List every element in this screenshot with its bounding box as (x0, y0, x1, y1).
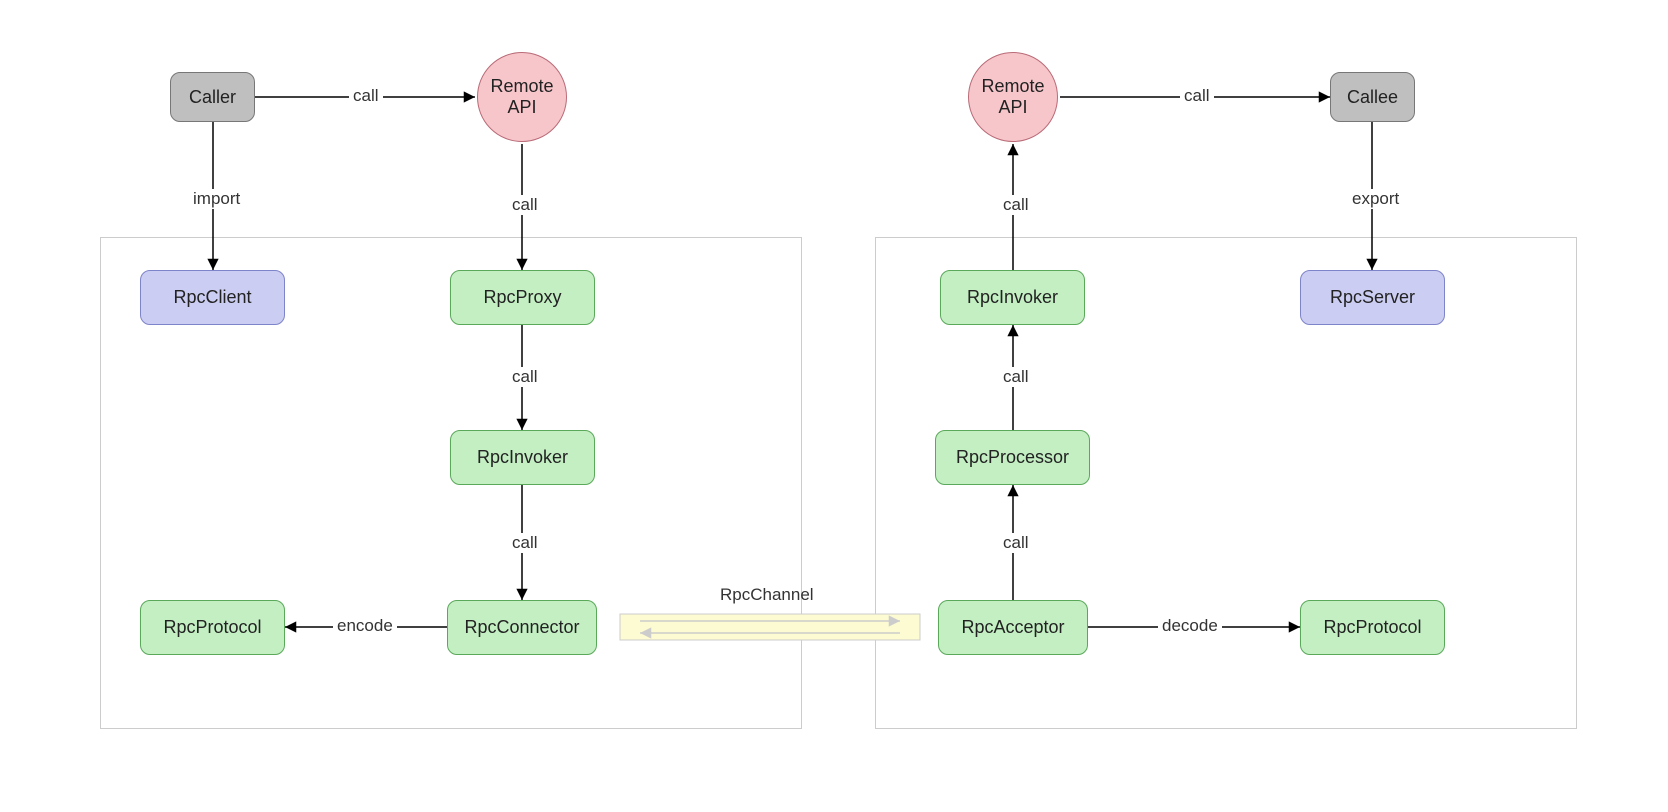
label-decode: decode (1158, 616, 1222, 636)
node-rpc-acceptor: RpcAcceptor (938, 600, 1088, 655)
node-rpc-protocol-right: RpcProtocol (1300, 600, 1445, 655)
node-rpc-server: RpcServer (1300, 270, 1445, 325)
label-export: export (1348, 189, 1403, 209)
label-call-8: call (999, 533, 1033, 553)
node-rpc-proxy: RpcProxy (450, 270, 595, 325)
label-channel: RpcChannel (716, 585, 818, 605)
node-rpc-invoker-right: RpcInvoker (940, 270, 1085, 325)
node-caller: Caller (170, 72, 255, 122)
node-remote-api-right: Remote API (968, 52, 1058, 142)
label-call-7: call (999, 367, 1033, 387)
label-encode: encode (333, 616, 397, 636)
label-call-5: call (508, 533, 542, 553)
node-rpc-processor: RpcProcessor (935, 430, 1090, 485)
rpc-channel-bar (620, 614, 920, 640)
node-callee: Callee (1330, 72, 1415, 122)
connections-svg (0, 0, 1668, 812)
diagram-stage: { "nodes": { "caller": "Caller", "remote… (0, 0, 1668, 812)
label-call-2: call (1180, 86, 1214, 106)
node-rpc-invoker-left: RpcInvoker (450, 430, 595, 485)
node-rpc-connector: RpcConnector (447, 600, 597, 655)
label-import: import (189, 189, 244, 209)
label-call-1: call (349, 86, 383, 106)
label-call-6: call (999, 195, 1033, 215)
node-remote-api-left: Remote API (477, 52, 567, 142)
node-rpc-client: RpcClient (140, 270, 285, 325)
label-call-4: call (508, 367, 542, 387)
label-call-3: call (508, 195, 542, 215)
node-rpc-protocol-left: RpcProtocol (140, 600, 285, 655)
